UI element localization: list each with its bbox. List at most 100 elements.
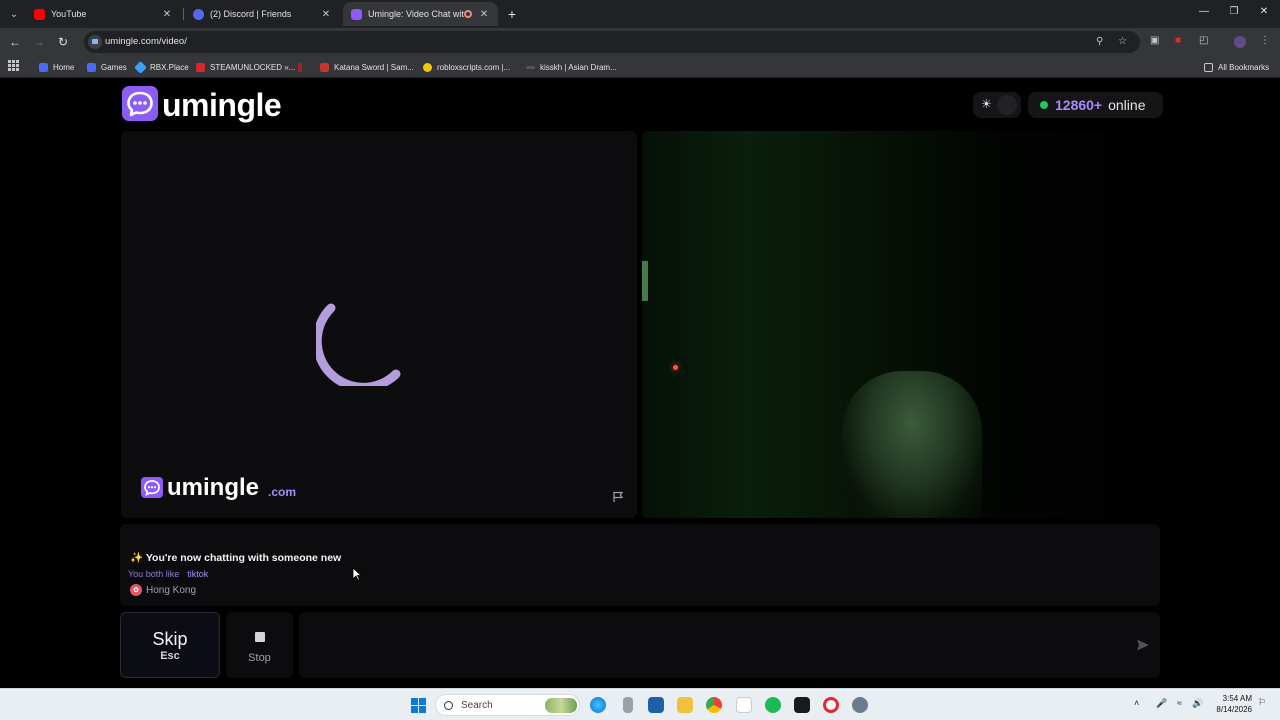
stranger-video: umingle .com xyxy=(121,131,637,518)
apps-grid-icon[interactable] xyxy=(8,60,19,71)
all-bookmarks-label: All Bookmarks xyxy=(1218,62,1270,72)
opera-icon[interactable] xyxy=(823,697,839,713)
youtube-icon xyxy=(34,8,45,20)
robloxscripts-favicon-icon xyxy=(423,62,432,72)
watermark-domain: .com xyxy=(268,485,297,499)
tab-title: (2) Discord | Friends xyxy=(210,9,292,19)
report-flag-icon[interactable] xyxy=(612,491,624,503)
umingle-logo-icon[interactable] xyxy=(122,86,158,121)
bookmark-home[interactable]: Home xyxy=(39,60,74,74)
bookmark-label: STEAMUNLOCKED »... xyxy=(210,62,296,72)
tab-youtube[interactable]: YouTube ✕ xyxy=(26,2,181,26)
watermark-name: umingle xyxy=(167,474,260,501)
skip-button[interactable]: Skip Esc xyxy=(120,612,220,678)
minimize-icon[interactable]: — xyxy=(1194,6,1214,17)
shared-interests: You both like tiktok xyxy=(128,569,208,579)
bookmark-games[interactable]: Games xyxy=(87,60,127,74)
stop-button[interactable]: Stop xyxy=(226,612,293,678)
chrome-icon[interactable] xyxy=(706,697,722,713)
bookmark-kisskh[interactable]: kisskh | Asian Dram... xyxy=(526,60,617,74)
cast-icon[interactable]: ▣ xyxy=(1150,35,1159,46)
watermark-logo-icon xyxy=(141,477,163,498)
restore-icon[interactable]: ❐ xyxy=(1224,6,1244,17)
umingle-icon xyxy=(351,8,362,20)
search-label: Search xyxy=(461,699,493,711)
send-icon[interactable] xyxy=(1136,638,1150,652)
taskview-icon[interactable] xyxy=(623,697,633,713)
loading-spinner-icon xyxy=(316,303,401,386)
bookmark-robloxscripts[interactable]: robloxscripts.com |... xyxy=(423,60,510,74)
close-tab-icon[interactable]: ✕ xyxy=(478,9,490,20)
extension-red-icon[interactable]: ■ xyxy=(1175,35,1181,46)
close-tab-icon[interactable]: ✕ xyxy=(161,9,173,20)
likes-label: You both like xyxy=(128,569,180,579)
self-webcam-video xyxy=(642,131,1160,518)
file-explorer-icon[interactable] xyxy=(677,697,693,713)
tab-search-chevron-icon[interactable]: ⌄ xyxy=(4,4,24,24)
sun-icon: ☀ xyxy=(981,97,992,111)
bookmark-label: robloxscripts.com |... xyxy=(437,62,511,72)
extensions-puzzle-icon[interactable]: ◰ xyxy=(1199,35,1208,46)
reload-icon[interactable]: ↻ xyxy=(55,34,71,50)
profile-avatar[interactable] xyxy=(1234,36,1246,48)
edge-icon[interactable] xyxy=(590,697,606,713)
bookmark-label: Home xyxy=(53,62,75,72)
games-favicon-icon xyxy=(87,62,96,72)
bookmark-label: RBX.Place xyxy=(150,62,189,72)
microphone-icon[interactable]: 🎤 xyxy=(1156,698,1167,709)
store-icon[interactable] xyxy=(648,697,664,713)
message-input[interactable] xyxy=(299,612,1160,678)
settings-gear-icon[interactable] xyxy=(852,697,868,713)
bookmark-star-icon[interactable]: ☆ xyxy=(1118,36,1127,47)
discord-app-icon[interactable] xyxy=(794,697,810,713)
all-bookmarks[interactable]: All Bookmarks xyxy=(1204,60,1269,74)
address-bar[interactable]: umingle.com/video/ ⚲ ☆ xyxy=(84,31,1140,53)
hong-kong-flag-icon: ✿ xyxy=(130,584,142,596)
windows-start-icon[interactable] xyxy=(411,698,426,713)
notification-bell-icon[interactable]: ⚐ xyxy=(1258,697,1266,708)
bookmark-katana[interactable]: Katana Sword | Sam... xyxy=(320,60,414,74)
back-arrow-icon[interactable]: ← xyxy=(7,34,23,50)
bookmark-label: Katana Sword | Sam... xyxy=(334,62,414,72)
windows-taskbar: Search ˄ 🎤 ≈ 🔊 3:54 AM 8/14/2026 ⚐ xyxy=(0,688,1280,720)
tab-umingle[interactable]: Umingle: Video Chat with S ✕ xyxy=(343,2,498,26)
spotify-icon[interactable] xyxy=(765,697,781,713)
browser-menu-icon[interactable]: ⋮ xyxy=(1260,35,1270,46)
taskbar-clock[interactable]: 3:54 AM 8/14/2026 xyxy=(1210,693,1252,715)
webcam-light-streak xyxy=(642,261,648,301)
browser-tab-strip: ⌄ YouTube ✕ (2) Discord | Friends ✕ Umin… xyxy=(0,0,1280,28)
katana-favicon-icon xyxy=(320,62,329,72)
skip-label: Skip xyxy=(152,629,188,649)
kisskh-favicon-icon xyxy=(526,65,535,69)
system-message-text: You're now chatting with someone new xyxy=(145,552,342,564)
mouse-cursor-icon xyxy=(352,567,362,581)
close-tab-icon[interactable]: ✕ xyxy=(320,9,332,20)
tab-discord[interactable]: (2) Discord | Friends ✕ xyxy=(185,2,340,26)
bookmark-label: kisskh | Asian Dram... xyxy=(540,62,617,72)
tray-chevron-icon[interactable]: ˄ xyxy=(1134,698,1139,708)
webcam-red-led xyxy=(673,365,678,370)
online-count: 12860+ xyxy=(1055,97,1103,113)
forward-arrow-icon[interactable]: → xyxy=(31,34,47,50)
discord-icon xyxy=(193,8,204,20)
search-icon xyxy=(444,700,453,710)
notepad-icon[interactable] xyxy=(736,697,752,713)
new-tab-button[interactable]: + xyxy=(504,6,520,22)
bookmark-steamunlocked[interactable]: STEAMUNLOCKED »... xyxy=(196,60,295,74)
window-close-icon[interactable]: ✕ xyxy=(1254,6,1274,17)
bookmark-separator-icon xyxy=(298,62,302,72)
online-label: online xyxy=(1108,97,1146,113)
zoom-icon[interactable]: ⚲ xyxy=(1096,36,1103,47)
bookmark-label: Games xyxy=(101,62,127,72)
umingle-logo-text[interactable]: umingle xyxy=(162,87,282,124)
bookmark-rbx-place[interactable]: RBX.Place xyxy=(134,60,189,74)
url-text: umingle.com/video/ xyxy=(105,36,187,47)
bookmarks-bar xyxy=(0,56,1280,78)
taskbar-search[interactable]: Search xyxy=(435,694,580,716)
theme-toggle[interactable]: ☀ xyxy=(973,92,1021,118)
site-info-icon[interactable] xyxy=(88,35,102,49)
steamunlocked-favicon-icon xyxy=(196,62,205,72)
volume-icon[interactable]: 🔊 xyxy=(1192,698,1203,709)
wifi-icon[interactable]: ≈ xyxy=(1177,698,1182,708)
tab-divider xyxy=(183,8,184,20)
